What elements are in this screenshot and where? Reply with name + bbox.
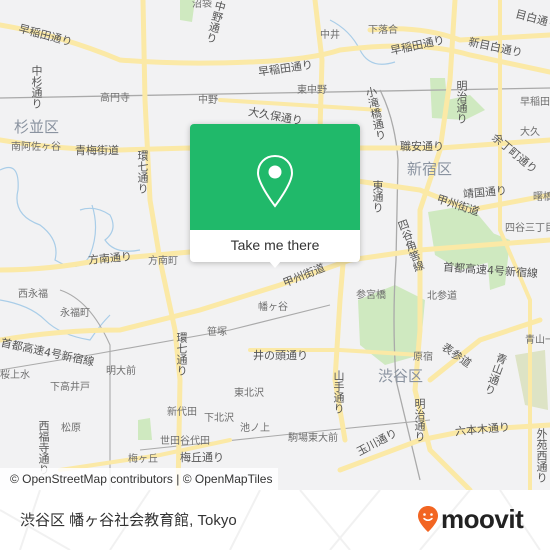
place-label: 明大前	[106, 366, 136, 377]
ward-label-shibuya: 渋谷区	[378, 367, 424, 385]
place-label: 参宮橋	[356, 290, 386, 301]
road-label: 山手通り	[332, 370, 345, 414]
popup-pointer	[268, 260, 282, 268]
river-zenpukuji	[0, 166, 97, 267]
place-label: 中井	[320, 30, 340, 41]
take-me-there-button[interactable]: Take me there	[190, 230, 360, 262]
popup-header	[190, 124, 360, 230]
place-label: 永福町	[60, 308, 90, 319]
road-label: 東通り	[371, 180, 384, 213]
place-label: 笹塚	[207, 327, 227, 338]
place-label: 下落合	[368, 25, 398, 36]
map-view[interactable]: 杉並区 新宿区 渋谷区 早稲田通り 早稲田通り 早稲田通り 新目白通り 目白通り…	[0, 0, 550, 490]
location-popup: Take me there	[190, 124, 360, 268]
place-label: 四谷三丁目	[505, 223, 550, 234]
place-label: 池ノ上	[240, 423, 270, 434]
park-hanegi	[138, 418, 152, 440]
moovit-wordmark: moovit	[441, 503, 524, 534]
place-label: 松原	[61, 423, 81, 434]
road-label: 西福寺通り	[37, 420, 50, 475]
place-label: 北参道	[427, 291, 457, 302]
place-label: 原宿	[413, 352, 433, 363]
footer-bar: 渋谷区 幡ヶ谷社会教育館, Tokyo moovit	[0, 490, 550, 550]
map-pin-icon	[256, 154, 294, 208]
place-label: 幡ヶ谷	[258, 302, 288, 313]
place-label: 下高井戸	[50, 382, 90, 393]
road-okubo-dori	[218, 98, 382, 112]
place-label: 青山一	[525, 335, 550, 346]
road-label: 外苑西通り	[535, 428, 548, 483]
road-label: 青梅街道	[75, 144, 119, 157]
location-title: 渋谷区 幡ヶ谷社会教育館, Tokyo	[20, 512, 237, 529]
road-label: 中杉通り	[30, 65, 43, 109]
place-label: 高円寺	[100, 93, 130, 104]
place-label: 中野	[198, 95, 218, 106]
road-label: 環七通り	[175, 332, 188, 376]
park-shinjuku-gyoen	[428, 205, 495, 270]
place-label: 梅ヶ丘	[128, 454, 158, 465]
place-label: 早稲田	[520, 97, 550, 108]
place-label: 東北沢	[234, 388, 264, 399]
place-label: 東中野	[297, 85, 327, 96]
river-kanda-2	[79, 207, 141, 252]
place-label: 大久	[520, 127, 540, 138]
place-label: 曙橋	[533, 192, 550, 203]
place-label: 桜上水	[0, 370, 30, 381]
moovit-face-pin-icon	[418, 506, 438, 532]
road-label: 井の頭通り	[253, 349, 308, 362]
place-label: 沼袋	[192, 0, 212, 10]
place-label: 方南町	[148, 256, 178, 267]
place-label: 新代田	[167, 407, 197, 418]
road-label: 環七通り	[136, 150, 149, 194]
map-attribution[interactable]: © OpenStreetMap contributors | © OpenMap…	[0, 468, 279, 490]
place-label: 世田谷代田	[160, 436, 210, 447]
ward-label-shinjuku: 新宿区	[407, 160, 453, 178]
road-label: 梅丘通り	[180, 451, 224, 464]
road-label: 職安通り	[400, 140, 444, 153]
moovit-logo[interactable]: moovit	[417, 503, 524, 534]
park-meiji-jingu-gaien	[485, 230, 510, 290]
place-label: 下北沢	[204, 413, 234, 424]
place-label: 西永福	[18, 289, 48, 300]
place-label: 駒場東大前	[288, 433, 338, 444]
place-label: 南阿佐ヶ谷	[11, 142, 61, 153]
road-label: 明治通り	[455, 80, 468, 124]
road-label: 明治通り	[413, 398, 426, 442]
ward-label-suginami: 杉並区	[14, 118, 60, 136]
